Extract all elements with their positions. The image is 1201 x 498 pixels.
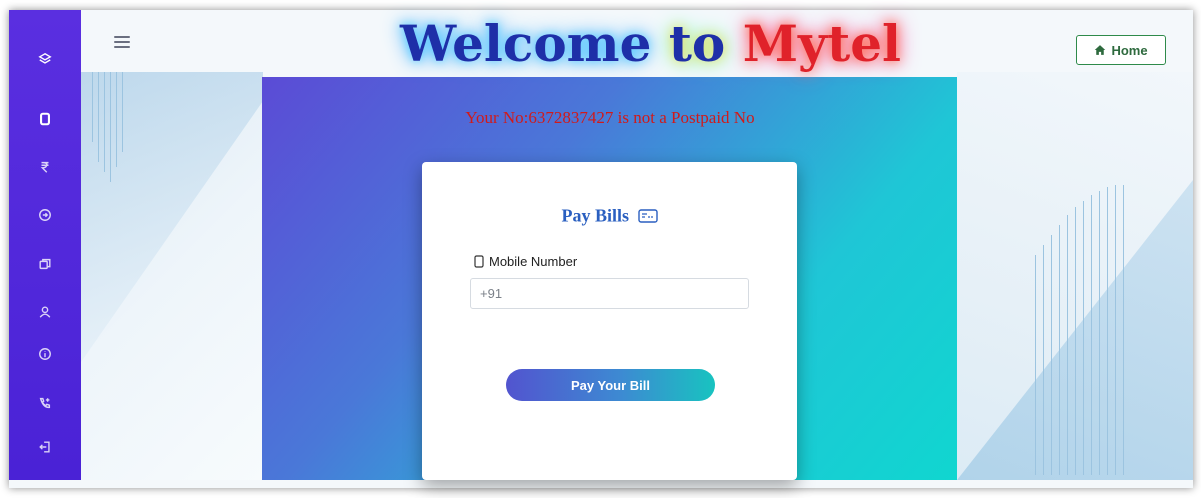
circle-arrow-icon[interactable]	[33, 203, 57, 227]
mobile-number-label: Mobile Number	[474, 254, 577, 269]
pay-bills-card: Pay Bills Mobile Number Pay Your Bill	[422, 162, 797, 480]
phone-icon[interactable]	[33, 107, 57, 131]
error-message: Your No:6372837427 is not a Postpaid No	[465, 108, 755, 127]
card-title-text: Pay Bills	[561, 205, 629, 226]
pay-your-bill-button[interactable]: Pay Your Bill	[506, 369, 715, 401]
home-button[interactable]: Home	[1076, 35, 1166, 65]
card-title: Pay Bills	[422, 204, 797, 226]
brand-word: Mytel	[742, 14, 902, 73]
to-word: to	[668, 14, 726, 73]
info-icon[interactable]	[33, 342, 57, 366]
mobile-icon	[474, 255, 484, 268]
background-right-stripes	[1035, 185, 1130, 475]
mobile-label-text: Mobile Number	[489, 254, 578, 269]
phone-plus-icon[interactable]	[33, 391, 57, 415]
layers-icon[interactable]	[33, 47, 57, 71]
rupee-icon[interactable]	[33, 155, 57, 179]
user-icon[interactable]	[33, 300, 57, 324]
logout-icon[interactable]	[33, 435, 57, 459]
home-button-label: Home	[1111, 42, 1148, 58]
page-title: Welcome to Mytel	[400, 14, 902, 74]
background-left-stripes	[90, 72, 130, 182]
hamburger-menu-icon[interactable]	[114, 36, 130, 50]
copy-icon[interactable]	[33, 252, 57, 276]
mobile-number-input[interactable]	[470, 278, 749, 309]
bill-card-icon	[637, 209, 658, 223]
home-icon	[1095, 45, 1106, 55]
sidebar	[9, 10, 81, 480]
welcome-word: Welcome	[400, 14, 652, 73]
